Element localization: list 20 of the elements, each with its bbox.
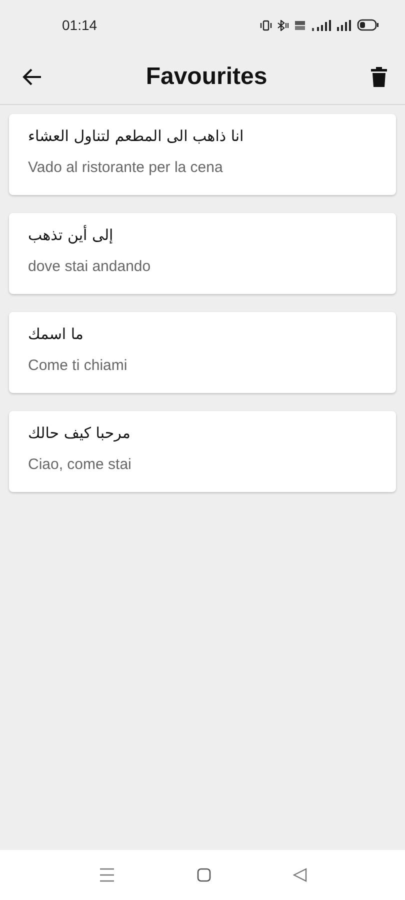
menu-icon[interactable]	[98, 868, 114, 882]
trash-icon	[371, 67, 387, 87]
vibrate-icon	[260, 20, 272, 30]
page-title: Favourites	[146, 63, 268, 91]
battery-icon	[357, 19, 379, 31]
back-arrow-icon	[22, 68, 42, 86]
signal-icon	[311, 20, 331, 30]
arabic-phrase: مرحبا كيف حالك	[28, 424, 130, 442]
arabic-phrase: انا ذاهب الى المطعم لتناول العشاء	[28, 127, 244, 145]
back-triangle-icon[interactable]	[292, 868, 306, 882]
arabic-phrase: ما اسمك	[28, 325, 84, 343]
italian-translation: Come ti chiami	[28, 357, 128, 374]
italian-translation: Vado al ristorante per la cena	[28, 159, 223, 176]
signal-icon	[336, 20, 352, 30]
italian-translation: Ciao, come stai	[28, 456, 132, 473]
arabic-phrase: إلى أين تذهب	[28, 226, 114, 244]
italian-translation: dove stai andando	[28, 258, 151, 275]
home-square-icon[interactable]	[196, 868, 210, 882]
status-time: 01:14	[62, 17, 98, 33]
bluetooth-icon	[277, 20, 289, 30]
